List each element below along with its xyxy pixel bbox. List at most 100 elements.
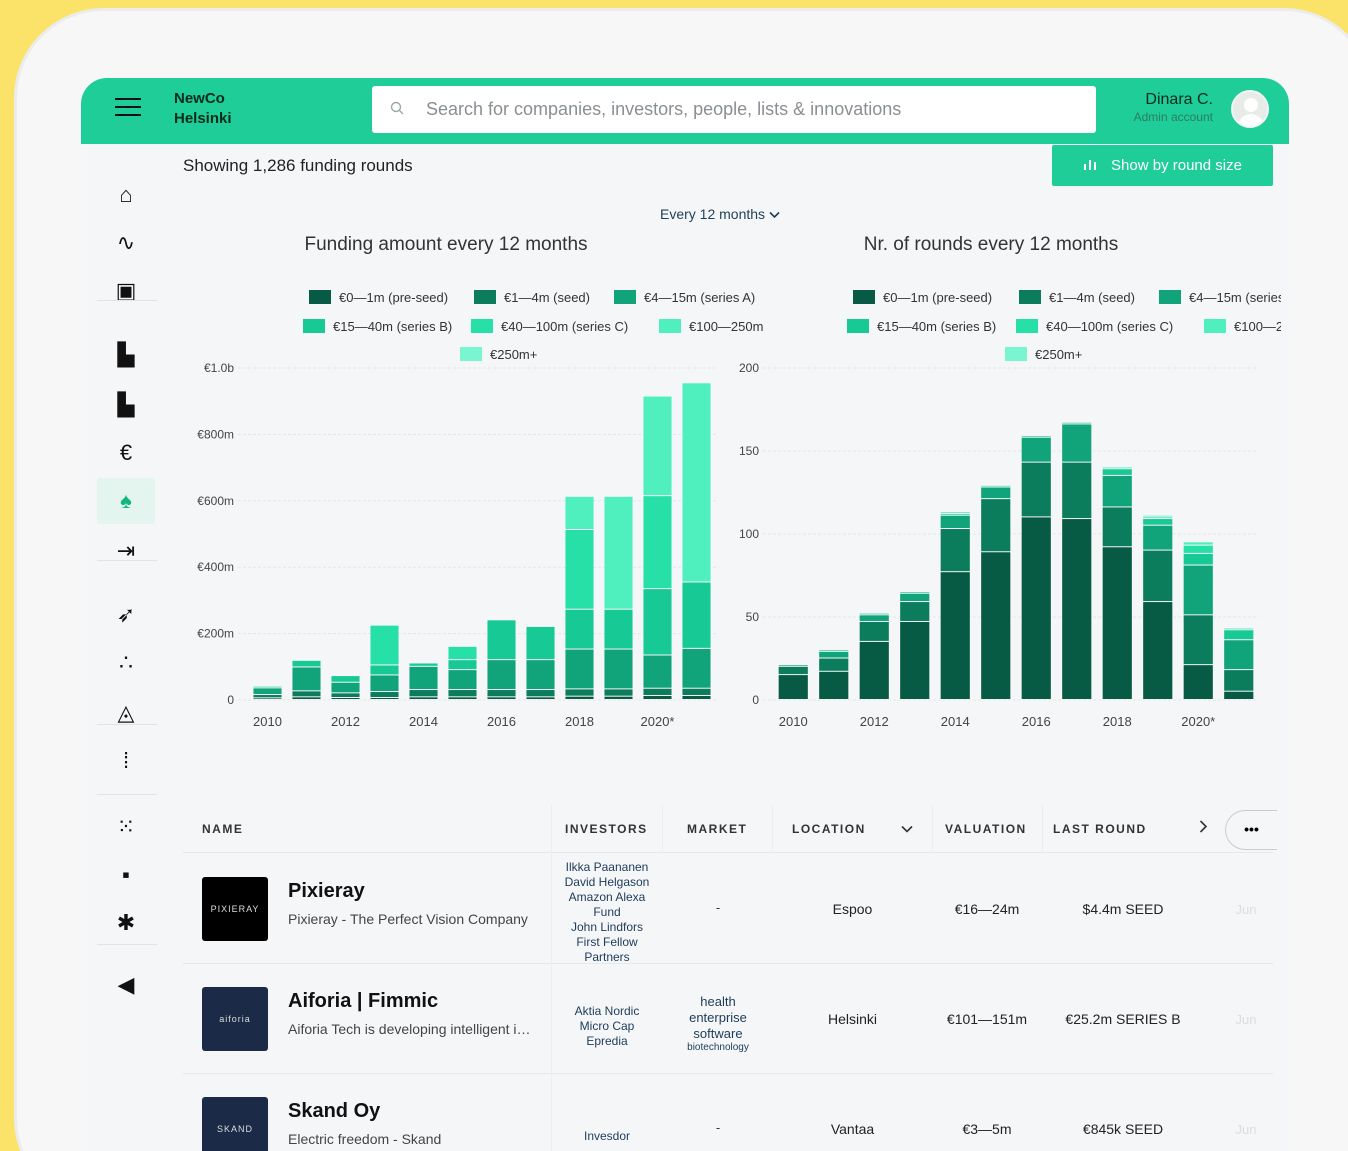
bar-segment[interactable] <box>1183 565 1213 615</box>
legend-swatch[interactable] <box>460 347 482 361</box>
bar-segment[interactable] <box>940 512 970 514</box>
bar-segment[interactable] <box>370 675 399 692</box>
bar-segment[interactable] <box>604 696 633 699</box>
legend-swatch[interactable] <box>474 290 496 304</box>
bar-segment[interactable] <box>409 697 438 699</box>
bar-segment[interactable] <box>643 655 672 688</box>
bar-segment[interactable] <box>643 396 672 496</box>
bar-segment[interactable] <box>1143 550 1173 602</box>
bar-segment[interactable] <box>1183 615 1213 665</box>
rocket-icon[interactable]: ➶ <box>97 592 155 638</box>
legend-swatch[interactable] <box>471 319 493 333</box>
bar-segment[interactable] <box>1143 515 1173 517</box>
bar-segment[interactable] <box>409 666 438 690</box>
bar-segment[interactable] <box>1183 553 1213 565</box>
table-row[interactable]: SKAND Skand Oy Electric freedom - Skand Inv… <box>183 1074 1273 1151</box>
legend-swatch[interactable] <box>1159 290 1181 304</box>
bar-segment[interactable] <box>292 667 321 691</box>
bar-segment[interactable] <box>643 496 672 589</box>
legend-swatch[interactable] <box>1204 319 1226 333</box>
route-icon[interactable]: ∿ <box>97 220 155 266</box>
bar-segment[interactable] <box>819 651 849 658</box>
grid-icon[interactable]: ⁞ <box>97 738 155 784</box>
brand-logo[interactable]: NewCo Helsinki <box>174 89 232 129</box>
bar-segment[interactable] <box>1102 475 1132 507</box>
bar-segment[interactable] <box>1224 640 1254 670</box>
bar-segment[interactable] <box>900 593 930 602</box>
bar-segment[interactable] <box>409 690 438 697</box>
bar-segment[interactable] <box>682 383 711 582</box>
bar-segment[interactable] <box>940 515 970 529</box>
legend-swatch[interactable] <box>853 290 875 304</box>
period-selector[interactable]: Every 12 months <box>660 206 780 222</box>
bar-segment[interactable] <box>1183 665 1213 699</box>
bar-segment[interactable] <box>604 609 633 649</box>
column-last-round[interactable]: LAST ROUND <box>1053 805 1147 853</box>
bar-segment[interactable] <box>565 530 594 609</box>
bar-segment[interactable] <box>1224 628 1254 630</box>
search-box[interactable] <box>372 86 1096 133</box>
bar-segment[interactable] <box>643 589 672 655</box>
buildings-icon[interactable]: ▙ <box>97 382 155 428</box>
bar-segment[interactable] <box>253 698 282 699</box>
home-icon[interactable]: ⌂ <box>97 172 155 218</box>
bar-segment[interactable] <box>1062 519 1092 699</box>
legend-swatch[interactable] <box>309 290 331 304</box>
company-name[interactable]: Aiforia | Fimmic <box>288 990 438 1013</box>
column-name[interactable]: NAME <box>202 805 243 853</box>
bar-segment[interactable] <box>370 698 399 699</box>
bar-segment[interactable] <box>778 665 808 666</box>
bar-segment[interactable] <box>859 615 889 621</box>
bar-segment[interactable] <box>900 621 930 699</box>
bar-segment[interactable] <box>1062 424 1092 462</box>
bar-segment[interactable] <box>819 650 849 651</box>
bar-segment[interactable] <box>682 688 711 696</box>
menu-icon[interactable] <box>115 98 141 118</box>
bar-segment[interactable] <box>448 646 477 660</box>
table-row[interactable]: aiforia Aiforia | Fimmic Aiforia Tech is d… <box>183 964 1273 1074</box>
bar-segment[interactable] <box>900 592 930 593</box>
bar-segment[interactable] <box>1062 462 1092 519</box>
bar-segment[interactable] <box>487 660 516 690</box>
bar-segment[interactable] <box>1143 602 1173 699</box>
bar-segment[interactable] <box>331 693 360 698</box>
buildings-icon[interactable]: ▙ <box>97 332 155 378</box>
apps-icon[interactable]: ▪ <box>97 852 155 898</box>
bar-segment[interactable] <box>526 697 555 699</box>
investors-cell[interactable]: Ilkka Paananen David Helgason Amazon Ale… <box>553 860 661 965</box>
bar-segment[interactable] <box>448 690 477 697</box>
bar-segment[interactable] <box>1062 422 1092 424</box>
bar-segment[interactable] <box>565 696 594 699</box>
legend-swatch[interactable] <box>1016 319 1038 333</box>
column-valuation[interactable]: VALUATION <box>945 805 1027 853</box>
bar-segment[interactable] <box>604 689 633 696</box>
bar-segment[interactable] <box>253 688 282 695</box>
bar-segment[interactable] <box>819 671 849 699</box>
bar-segment[interactable] <box>682 648 711 688</box>
bar-segment[interactable] <box>604 649 633 689</box>
legend-swatch[interactable] <box>659 319 681 333</box>
bar-segment[interactable] <box>1143 525 1173 550</box>
bar-segment[interactable] <box>370 665 399 675</box>
column-market[interactable]: MARKET <box>687 805 747 853</box>
book-icon[interactable]: ▣ <box>97 268 155 314</box>
column-investors[interactable]: INVESTORS <box>565 805 648 853</box>
chevron-down-icon[interactable] <box>901 805 913 853</box>
bar-segment[interactable] <box>565 689 594 696</box>
bar-segment[interactable] <box>940 572 970 699</box>
bar-segment[interactable] <box>1102 467 1132 469</box>
bar-segment[interactable] <box>981 499 1011 552</box>
wallet-icon[interactable]: € <box>97 430 155 476</box>
investors-cell[interactable]: Invesdor <box>553 1129 661 1144</box>
bar-segment[interactable] <box>448 670 477 690</box>
nodes-icon[interactable]: ∴ <box>97 640 155 686</box>
legend-swatch[interactable] <box>847 319 869 333</box>
bar-segment[interactable] <box>1021 437 1051 462</box>
dots-icon[interactable]: ⁙ <box>97 804 155 850</box>
bar-segment[interactable] <box>292 697 321 699</box>
bar-segment[interactable] <box>565 496 594 530</box>
bar-segment[interactable] <box>778 675 808 699</box>
investors-cell[interactable]: Aktia Nordic Micro Cap Epredia <box>553 1004 661 1049</box>
bar-segment[interactable] <box>331 676 360 682</box>
bar-segment[interactable] <box>778 666 808 675</box>
